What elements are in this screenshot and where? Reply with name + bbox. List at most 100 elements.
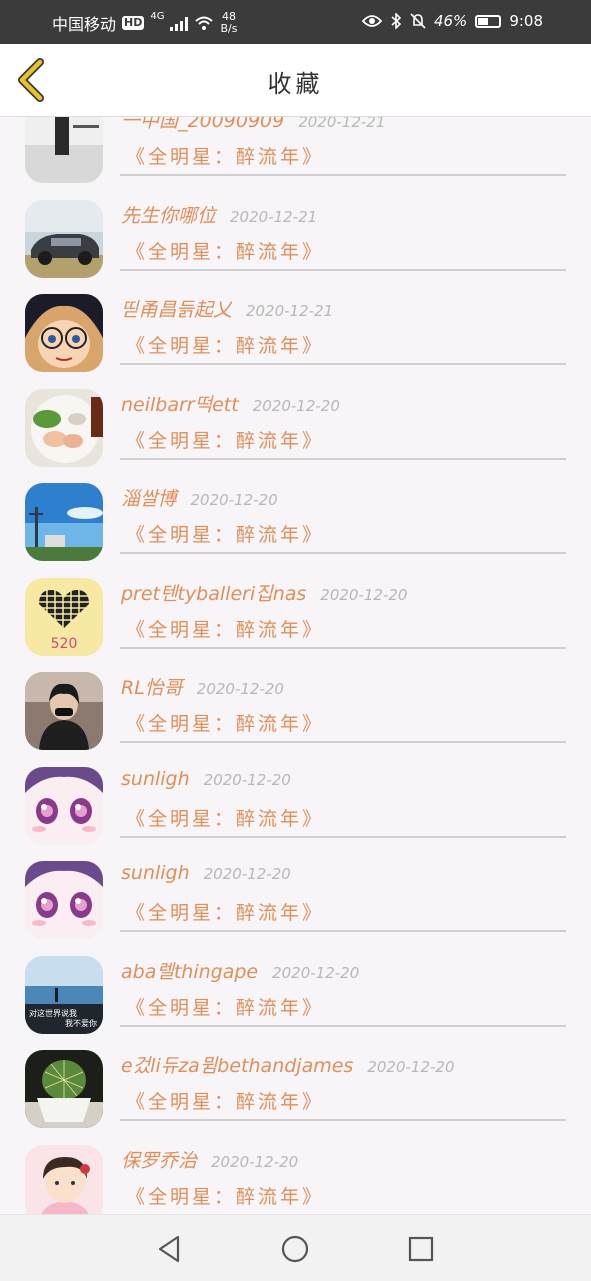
divider bbox=[120, 363, 566, 365]
nav-back-button[interactable] bbox=[152, 1232, 186, 1266]
avatar bbox=[25, 117, 103, 183]
avatar bbox=[25, 1144, 103, 1214]
signal-icon bbox=[170, 15, 189, 31]
eye-icon bbox=[361, 15, 382, 27]
user-nickname: neilbarr떡ett bbox=[121, 393, 239, 416]
user-nickname: 先生你哪位 bbox=[121, 204, 217, 227]
list-item[interactable]: e겄li듀za뮘bethandjames 2020-12-20 《全明星：醉流年… bbox=[0, 1035, 591, 1130]
square-recents-icon bbox=[408, 1236, 434, 1262]
hd-badge: HD bbox=[122, 16, 145, 30]
user-nickname: 保罗乔治 bbox=[121, 1149, 198, 1172]
avatar bbox=[25, 1050, 103, 1128]
favorite-date: 2020-12-20 bbox=[367, 1058, 455, 1076]
book-title: 《全明星：醉流年》 bbox=[126, 713, 325, 735]
page-title: 收藏 bbox=[267, 70, 324, 98]
list-item[interactable]: neilbarr떡ett 2020-12-20 《全明星：醉流年》 bbox=[0, 374, 591, 469]
user-nickname: sunligh bbox=[121, 862, 190, 884]
favorites-list-inner: 一中国_20090909 2020-12-21 《全明星：醉流年》 先生你哪位 … bbox=[0, 117, 591, 1214]
favorite-date: 2020-12-20 bbox=[320, 585, 408, 604]
sea-caption-2: 我不爱你 bbox=[65, 1018, 97, 1028]
favorite-date: 2020-12-21 bbox=[230, 207, 318, 226]
avatar bbox=[25, 672, 103, 750]
user-nickname: sunligh bbox=[121, 767, 190, 790]
list-item[interactable]: sunligh 2020-12-20 《全明星：醉流年》 bbox=[0, 752, 591, 847]
list-item[interactable]: 淄쌀博 2020-12-20 《全明星：醉流年》 bbox=[0, 468, 591, 563]
avatar bbox=[25, 199, 103, 278]
book-title: 《全明星：醉流年》 bbox=[126, 1091, 325, 1113]
list-item[interactable]: 对这世界说我 我不爱你 aba렐thingape 2020-12-20 《全明星… bbox=[0, 941, 591, 1036]
list-item[interactable]: 520 pret텐tyballeri집nas 2020-12-20 《全明星：醉… bbox=[0, 563, 591, 658]
bluetooth-icon bbox=[391, 13, 402, 29]
status-left: 中国移动 HD 4G 48 B/s bbox=[52, 11, 237, 35]
book-title: 《全明星：醉流年》 bbox=[126, 807, 325, 830]
divider bbox=[120, 835, 566, 838]
list-item[interactable]: 先生你哪位 2020-12-21 《全明星：醉流年》 bbox=[0, 185, 591, 280]
favorite-date: 2020-12-20 bbox=[252, 396, 340, 415]
book-title: 《全明星：醉流年》 bbox=[126, 618, 325, 641]
network-speed: 48 B/s bbox=[220, 11, 237, 35]
divider bbox=[120, 457, 566, 460]
avatar bbox=[25, 766, 103, 845]
avatar bbox=[25, 388, 103, 467]
book-title: 《全明星：醉流年》 bbox=[126, 146, 325, 168]
book-title: 《全明星：醉流年》 bbox=[126, 1185, 325, 1208]
user-nickname: e겄li듀za뮘bethandjames bbox=[121, 1055, 354, 1077]
favorite-date: 2020-12-20 bbox=[196, 680, 284, 698]
battery-percent: 46% bbox=[433, 12, 468, 30]
favorite-date: 2020-12-20 bbox=[203, 865, 291, 883]
mute-bell-icon bbox=[410, 13, 426, 29]
favorite-date: 2020-12-20 bbox=[190, 491, 278, 509]
list-item[interactable]: 一中国_20090909 2020-12-21 《全明星：醉流年》 bbox=[0, 117, 591, 185]
user-nickname: pret텐tyballeri집nas bbox=[121, 582, 307, 605]
favorite-date: 2020-12-20 bbox=[211, 1152, 299, 1171]
wifi-icon bbox=[195, 16, 214, 30]
book-title: 《全明星：醉流年》 bbox=[126, 429, 325, 452]
divider bbox=[120, 930, 566, 932]
nav-recents-button[interactable] bbox=[404, 1232, 438, 1266]
divider bbox=[120, 1024, 566, 1027]
book-title: 《全明星：醉流年》 bbox=[126, 335, 325, 357]
avatar bbox=[25, 483, 103, 561]
user-nickname: 一中国_20090909 bbox=[121, 117, 285, 132]
status-right: 46% 9:08 bbox=[361, 12, 543, 30]
favorite-date: 2020-12-20 bbox=[203, 770, 291, 789]
sea-caption-1: 对这世界说我 bbox=[29, 1008, 77, 1018]
clock: 9:08 bbox=[509, 12, 543, 30]
battery-icon bbox=[475, 14, 502, 28]
divider bbox=[120, 268, 566, 271]
network-label: 4G bbox=[150, 11, 165, 22]
divider bbox=[120, 1119, 566, 1121]
user-nickname: RL怡哥 bbox=[121, 677, 183, 699]
user-nickname: 띧甬昌듥起乂 bbox=[121, 299, 232, 321]
book-title: 《全明星：醉流年》 bbox=[126, 902, 325, 924]
app-header: 收藏 bbox=[0, 44, 591, 117]
favorite-date: 2020-12-21 bbox=[245, 302, 334, 320]
circle-home-icon bbox=[281, 1235, 309, 1263]
list-item[interactable]: 띧甬昌듥起乂 2020-12-21 《全明星：醉流年》 bbox=[0, 279, 591, 374]
book-title: 《全明星：醉流年》 bbox=[126, 524, 325, 546]
divider bbox=[120, 552, 566, 554]
favorite-date: 2020-12-21 bbox=[298, 117, 386, 131]
nav-home-button[interactable] bbox=[278, 1232, 312, 1266]
avatar: 520 bbox=[25, 577, 103, 656]
divider bbox=[120, 646, 566, 649]
list-item[interactable]: sunligh 2020-12-20 《全明星：醉流年》 bbox=[0, 846, 591, 941]
avatar bbox=[25, 294, 103, 372]
divider bbox=[120, 741, 566, 743]
triangle-back-icon bbox=[158, 1235, 180, 1263]
carrier-label: 中国移动 bbox=[52, 15, 117, 34]
status-bar: 中国移动 HD 4G 48 B/s 46% 9:08 bbox=[0, 0, 591, 44]
book-title: 《全明星：醉流年》 bbox=[126, 240, 325, 263]
favorites-list[interactable]: 一中国_20090909 2020-12-21 《全明星：醉流年》 先生你哪位 … bbox=[0, 117, 591, 1214]
avatar bbox=[25, 861, 103, 939]
user-nickname: 淄쌀博 bbox=[121, 488, 177, 510]
speed-unit: B/s bbox=[220, 22, 238, 35]
list-item[interactable]: RL怡哥 2020-12-20 《全明星：醉流年》 bbox=[0, 657, 591, 752]
avatar: 对这世界说我 我不爱你 bbox=[25, 955, 103, 1034]
system-nav-bar bbox=[0, 1214, 591, 1281]
heart-number: 520 bbox=[51, 636, 78, 652]
user-nickname: aba렐thingape bbox=[121, 960, 259, 983]
list-item[interactable]: 保罗乔治 2020-12-20 《全明星：醉流年》 bbox=[0, 1130, 591, 1214]
book-title: 《全明星：醉流年》 bbox=[126, 996, 325, 1019]
divider bbox=[120, 174, 566, 176]
